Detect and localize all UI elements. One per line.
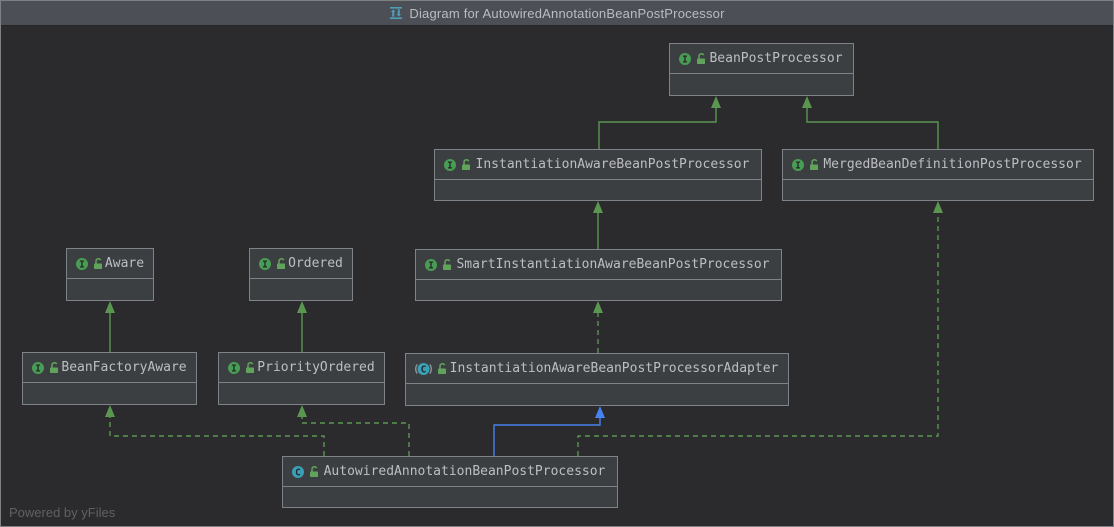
node-label: InstantiationAwareBeanPostProcessor: [475, 157, 750, 172]
node-label: Ordered: [288, 256, 343, 271]
svg-text:I: I: [447, 160, 453, 171]
node-compartment: [219, 383, 384, 434]
diagram-icon: [390, 7, 403, 19]
node-label: BeanPostProcessor: [709, 51, 843, 66]
node-header: I MergedBeanDefinitionPostProcessor: [783, 150, 1093, 180]
node-label: AutowiredAnnotationBeanPostProcessor: [323, 464, 606, 479]
node-icons: I: [443, 158, 472, 172]
abstract-class-icon: C: [415, 362, 432, 375]
svg-text:C: C: [421, 364, 427, 375]
node-header: C AutowiredAnnotationBeanPostProcessor: [283, 457, 617, 487]
node-header: I Ordered: [250, 249, 352, 279]
unlocked-icon: [462, 159, 470, 170]
node-icons: C: [291, 465, 320, 479]
svg-text:I: I: [79, 259, 85, 270]
node-instantiation_aware[interactable]: I InstantiationAwareBeanPostProcessor: [434, 149, 762, 201]
node-compartment: [670, 74, 853, 125]
node-aware[interactable]: I Aware: [66, 248, 154, 301]
node-adapter[interactable]: C InstantiationAwareBeanPostProcessorAdap…: [405, 353, 789, 406]
node-compartment: [783, 180, 1093, 230]
interface-icon: I: [679, 52, 691, 65]
interface-icon: I: [76, 257, 88, 270]
node-icons: I: [75, 257, 104, 271]
node-header: I Aware: [67, 249, 153, 279]
svg-text:I: I: [795, 160, 801, 171]
node-bean_post_processor[interactable]: I BeanPostProcessor: [669, 43, 854, 96]
node-label: InstantiationAwareBeanPostProcessorAdapt…: [449, 361, 779, 376]
unlocked-icon: [310, 466, 318, 477]
node-label: SmartInstantiationAwareBeanPostProcessor: [456, 257, 770, 272]
svg-text:I: I: [35, 363, 41, 374]
node-icons: C: [414, 362, 448, 376]
title-bar: Diagram for AutowiredAnnotationBeanPostP…: [1, 1, 1113, 26]
interface-icon: I: [425, 258, 437, 271]
svg-text:I: I: [682, 54, 688, 65]
node-label: MergedBeanDefinitionPostProcessor: [823, 157, 1082, 172]
node-icons: I: [258, 257, 287, 271]
node-compartment: [250, 279, 352, 330]
unlocked-icon: [50, 362, 58, 373]
svg-text:I: I: [428, 260, 434, 271]
node-icons: I: [227, 361, 256, 375]
powered-by-label: Powered by yFiles: [9, 505, 116, 520]
unlocked-icon: [246, 362, 254, 373]
node-priority_ordered[interactable]: I PriorityOrdered: [218, 352, 385, 405]
unlocked-icon: [810, 159, 818, 170]
node-compartment: [416, 280, 781, 330]
node-label: Aware: [104, 256, 145, 271]
node-header: I SmartInstantiationAwareBeanPostProcesso…: [416, 250, 781, 280]
node-autowired[interactable]: C AutowiredAnnotationBeanPostProcessor: [282, 456, 618, 508]
interface-icon: I: [259, 257, 271, 270]
svg-text:C: C: [295, 467, 301, 478]
unlocked-icon: [443, 259, 451, 270]
node-compartment: [283, 487, 617, 526]
unlocked-icon: [697, 53, 705, 64]
node-compartment: [23, 383, 196, 434]
diagram-window: Diagram for AutowiredAnnotationBeanPostP…: [0, 0, 1114, 527]
window-title: Diagram for AutowiredAnnotationBeanPostP…: [409, 5, 725, 21]
node-merged_bean_definition[interactable]: I MergedBeanDefinitionPostProcessor: [782, 149, 1094, 201]
svg-text:I: I: [262, 259, 268, 270]
unlocked-icon: [277, 258, 285, 269]
node-header: I BeanFactoryAware: [23, 353, 196, 383]
unlocked-icon: [438, 363, 446, 374]
node-label: BeanFactoryAware: [61, 360, 187, 375]
node-smart_instantiation[interactable]: I SmartInstantiationAwareBeanPostProcesso…: [415, 249, 782, 301]
svg-text:I: I: [231, 363, 237, 374]
node-compartment: [406, 384, 788, 435]
class-icon: C: [292, 465, 304, 478]
node-icons: I: [678, 52, 707, 66]
interface-icon: I: [444, 158, 456, 171]
interface-icon: I: [792, 158, 804, 171]
node-icons: I: [791, 158, 820, 172]
interface-icon: I: [32, 361, 44, 374]
unlocked-icon: [94, 258, 102, 269]
node-icons: I: [424, 258, 453, 272]
interface-icon: I: [228, 361, 240, 374]
node-label: PriorityOrdered: [257, 360, 375, 375]
node-compartment: [67, 279, 153, 330]
node-header: C InstantiationAwareBeanPostProcessorAdap…: [406, 354, 788, 384]
node-icons: I: [31, 361, 60, 375]
node-header: I PriorityOrdered: [219, 353, 384, 383]
node-bean_factory_aware[interactable]: I BeanFactoryAware: [22, 352, 197, 405]
node-header: I BeanPostProcessor: [670, 44, 853, 74]
node-ordered[interactable]: I Ordered: [249, 248, 353, 301]
node-compartment: [435, 180, 761, 230]
node-header: I InstantiationAwareBeanPostProcessor: [435, 150, 761, 180]
